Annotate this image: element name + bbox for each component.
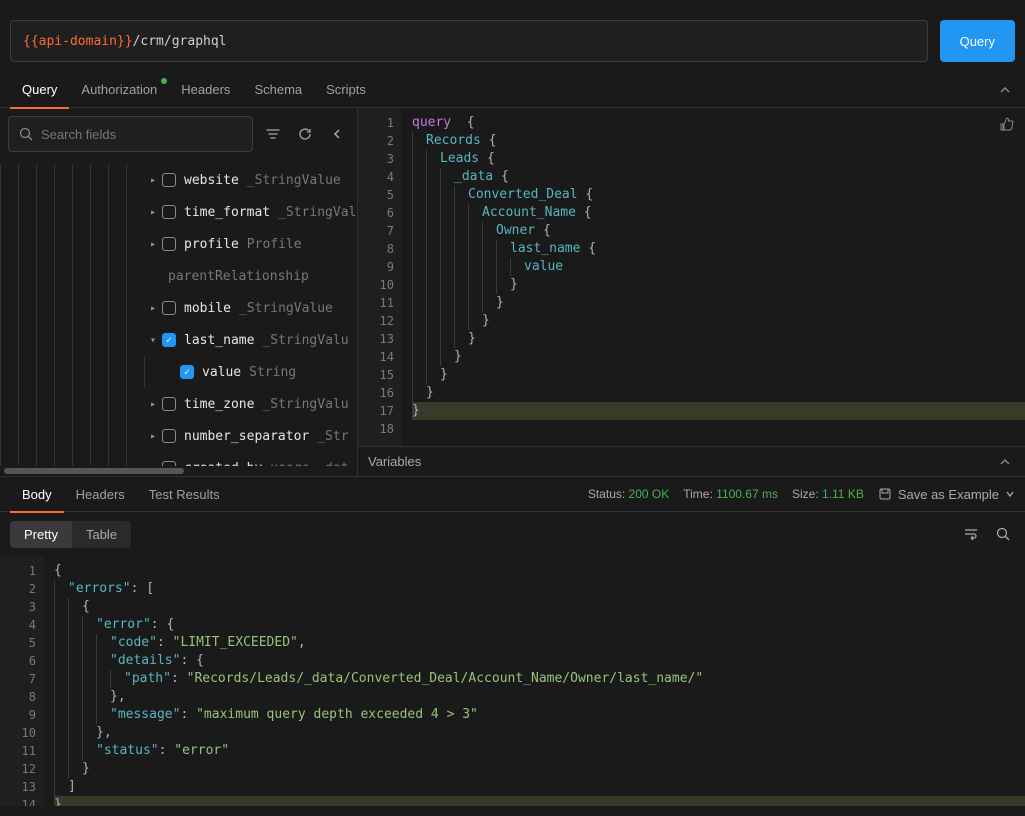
- field-row-website[interactable]: ▸ website _StringValue: [0, 164, 357, 196]
- field-checkbox[interactable]: [162, 301, 176, 315]
- query-editor[interactable]: query {Records {Leads {_data {Converted_…: [402, 108, 1025, 446]
- view-mode-table[interactable]: Table: [72, 521, 131, 548]
- chevron-right-icon[interactable]: ▸: [144, 207, 162, 218]
- url-template-var: {{api-domain}}: [23, 34, 133, 49]
- field-type: Profile: [247, 237, 302, 252]
- field-type-secondary: parentRelationship: [168, 269, 309, 284]
- search-fields-input[interactable]: [41, 127, 242, 142]
- field-row-time_format[interactable]: ▸ time_format _StringValue: [0, 196, 357, 228]
- field-type: _StringValue: [247, 173, 341, 188]
- filter-icon[interactable]: [261, 122, 285, 146]
- collapse-request-icon[interactable]: [995, 80, 1015, 100]
- fields-horizontal-scrollbar[interactable]: [0, 466, 357, 476]
- search-fields-box[interactable]: [8, 116, 253, 152]
- status-value: 200 OK: [629, 487, 670, 501]
- field-type: String: [249, 365, 296, 380]
- tab-scripts[interactable]: Scripts: [314, 72, 378, 108]
- chevron-right-icon[interactable]: ▸: [144, 175, 162, 186]
- field-row-time_zone[interactable]: ▸ time_zone _StringValu: [0, 388, 357, 420]
- field-row-mobile[interactable]: ▸ mobile _StringValue: [0, 292, 357, 324]
- auth-indicator-dot: [161, 78, 167, 84]
- response-editor[interactable]: {"errors": [{"error": {"code": "LIMIT_EX…: [44, 556, 1025, 806]
- response-tabs: BodyHeadersTest Results Status: 200 OK T…: [0, 476, 1025, 512]
- field-type: _StringValu: [262, 397, 348, 412]
- field-name: time_format: [184, 205, 270, 220]
- response-tab-body[interactable]: Body: [10, 476, 64, 512]
- field-name: last_name: [184, 333, 254, 348]
- tab-authorization[interactable]: Authorization: [69, 72, 169, 108]
- field-checkbox[interactable]: ✓: [162, 333, 176, 347]
- field-checkbox[interactable]: [162, 429, 176, 443]
- chevron-down-icon: [1005, 489, 1015, 499]
- wrap-lines-icon[interactable]: [959, 522, 983, 546]
- response-tab-test-results[interactable]: Test Results: [137, 476, 232, 512]
- field-row-number_separator[interactable]: ▸ number_separator _Str: [0, 420, 357, 452]
- field-checkbox[interactable]: [162, 205, 176, 219]
- save-icon: [878, 487, 892, 501]
- response-gutter: 1234567891011121314: [0, 556, 44, 806]
- tab-query[interactable]: Query: [10, 72, 69, 108]
- collapse-sidebar-icon[interactable]: [325, 122, 349, 146]
- chevron-right-icon[interactable]: ▸: [144, 399, 162, 410]
- collapse-variables-icon[interactable]: [995, 452, 1015, 472]
- search-icon: [19, 127, 33, 141]
- view-mode-segment: PrettyTable: [10, 521, 131, 548]
- thumbs-up-icon[interactable]: [999, 116, 1015, 132]
- tab-headers[interactable]: Headers: [169, 72, 242, 108]
- chevron-right-icon[interactable]: ▸: [144, 431, 162, 442]
- field-name: time_zone: [184, 397, 254, 412]
- save-as-example-button[interactable]: Save as Example: [878, 487, 1015, 502]
- field-checkbox[interactable]: [162, 173, 176, 187]
- field-row-sub: parentRelationship: [0, 260, 357, 292]
- search-response-icon[interactable]: [991, 522, 1015, 546]
- variables-label[interactable]: Variables: [368, 454, 421, 469]
- field-checkbox[interactable]: [162, 397, 176, 411]
- field-name: value: [202, 365, 241, 380]
- field-name: website: [184, 173, 239, 188]
- response-tab-headers[interactable]: Headers: [64, 476, 137, 512]
- field-checkbox[interactable]: [162, 237, 176, 251]
- tab-schema[interactable]: Schema: [242, 72, 314, 108]
- fields-tree[interactable]: ▸ website _StringValue ▸ time_format _StringV…: [0, 160, 357, 466]
- url-path: /crm/graphql: [133, 34, 227, 49]
- field-name: profile: [184, 237, 239, 252]
- field-name: mobile: [184, 301, 231, 316]
- size-value: 1.11 KB: [822, 487, 864, 501]
- chevron-right-icon[interactable]: ▸: [144, 303, 162, 314]
- field-row-profile[interactable]: ▸ profile Profile: [0, 228, 357, 260]
- field-row-last_name[interactable]: ▾✓ last_name _StringValu: [0, 324, 357, 356]
- size-label: Size:: [792, 487, 819, 501]
- query-gutter: 123456789101112131415161718: [358, 108, 402, 446]
- field-type: _StringValue: [278, 205, 357, 220]
- field-name: number_separator: [184, 429, 309, 444]
- request-tabs: QueryAuthorizationHeadersSchemaScripts: [0, 72, 1025, 108]
- url-input[interactable]: {{api-domain}}/crm/graphql: [10, 20, 928, 62]
- time-label: Time:: [683, 487, 713, 501]
- view-mode-pretty[interactable]: Pretty: [10, 521, 72, 548]
- chevron-down-icon[interactable]: ▾: [144, 335, 162, 346]
- field-checkbox[interactable]: ✓: [180, 365, 194, 379]
- send-query-button[interactable]: Query: [940, 20, 1015, 62]
- status-label: Status:: [588, 487, 625, 501]
- field-type: _StringValue: [239, 301, 333, 316]
- chevron-right-icon[interactable]: ▸: [144, 239, 162, 250]
- field-type: _Str: [317, 429, 348, 444]
- field-row-created_by[interactable]: ▸created_byusers__dat: [0, 452, 357, 466]
- refresh-icon[interactable]: [293, 122, 317, 146]
- field-type: _StringValu: [262, 333, 348, 348]
- field-row-value[interactable]: ✓ value String: [0, 356, 357, 388]
- time-value: 1100.67 ms: [716, 487, 778, 501]
